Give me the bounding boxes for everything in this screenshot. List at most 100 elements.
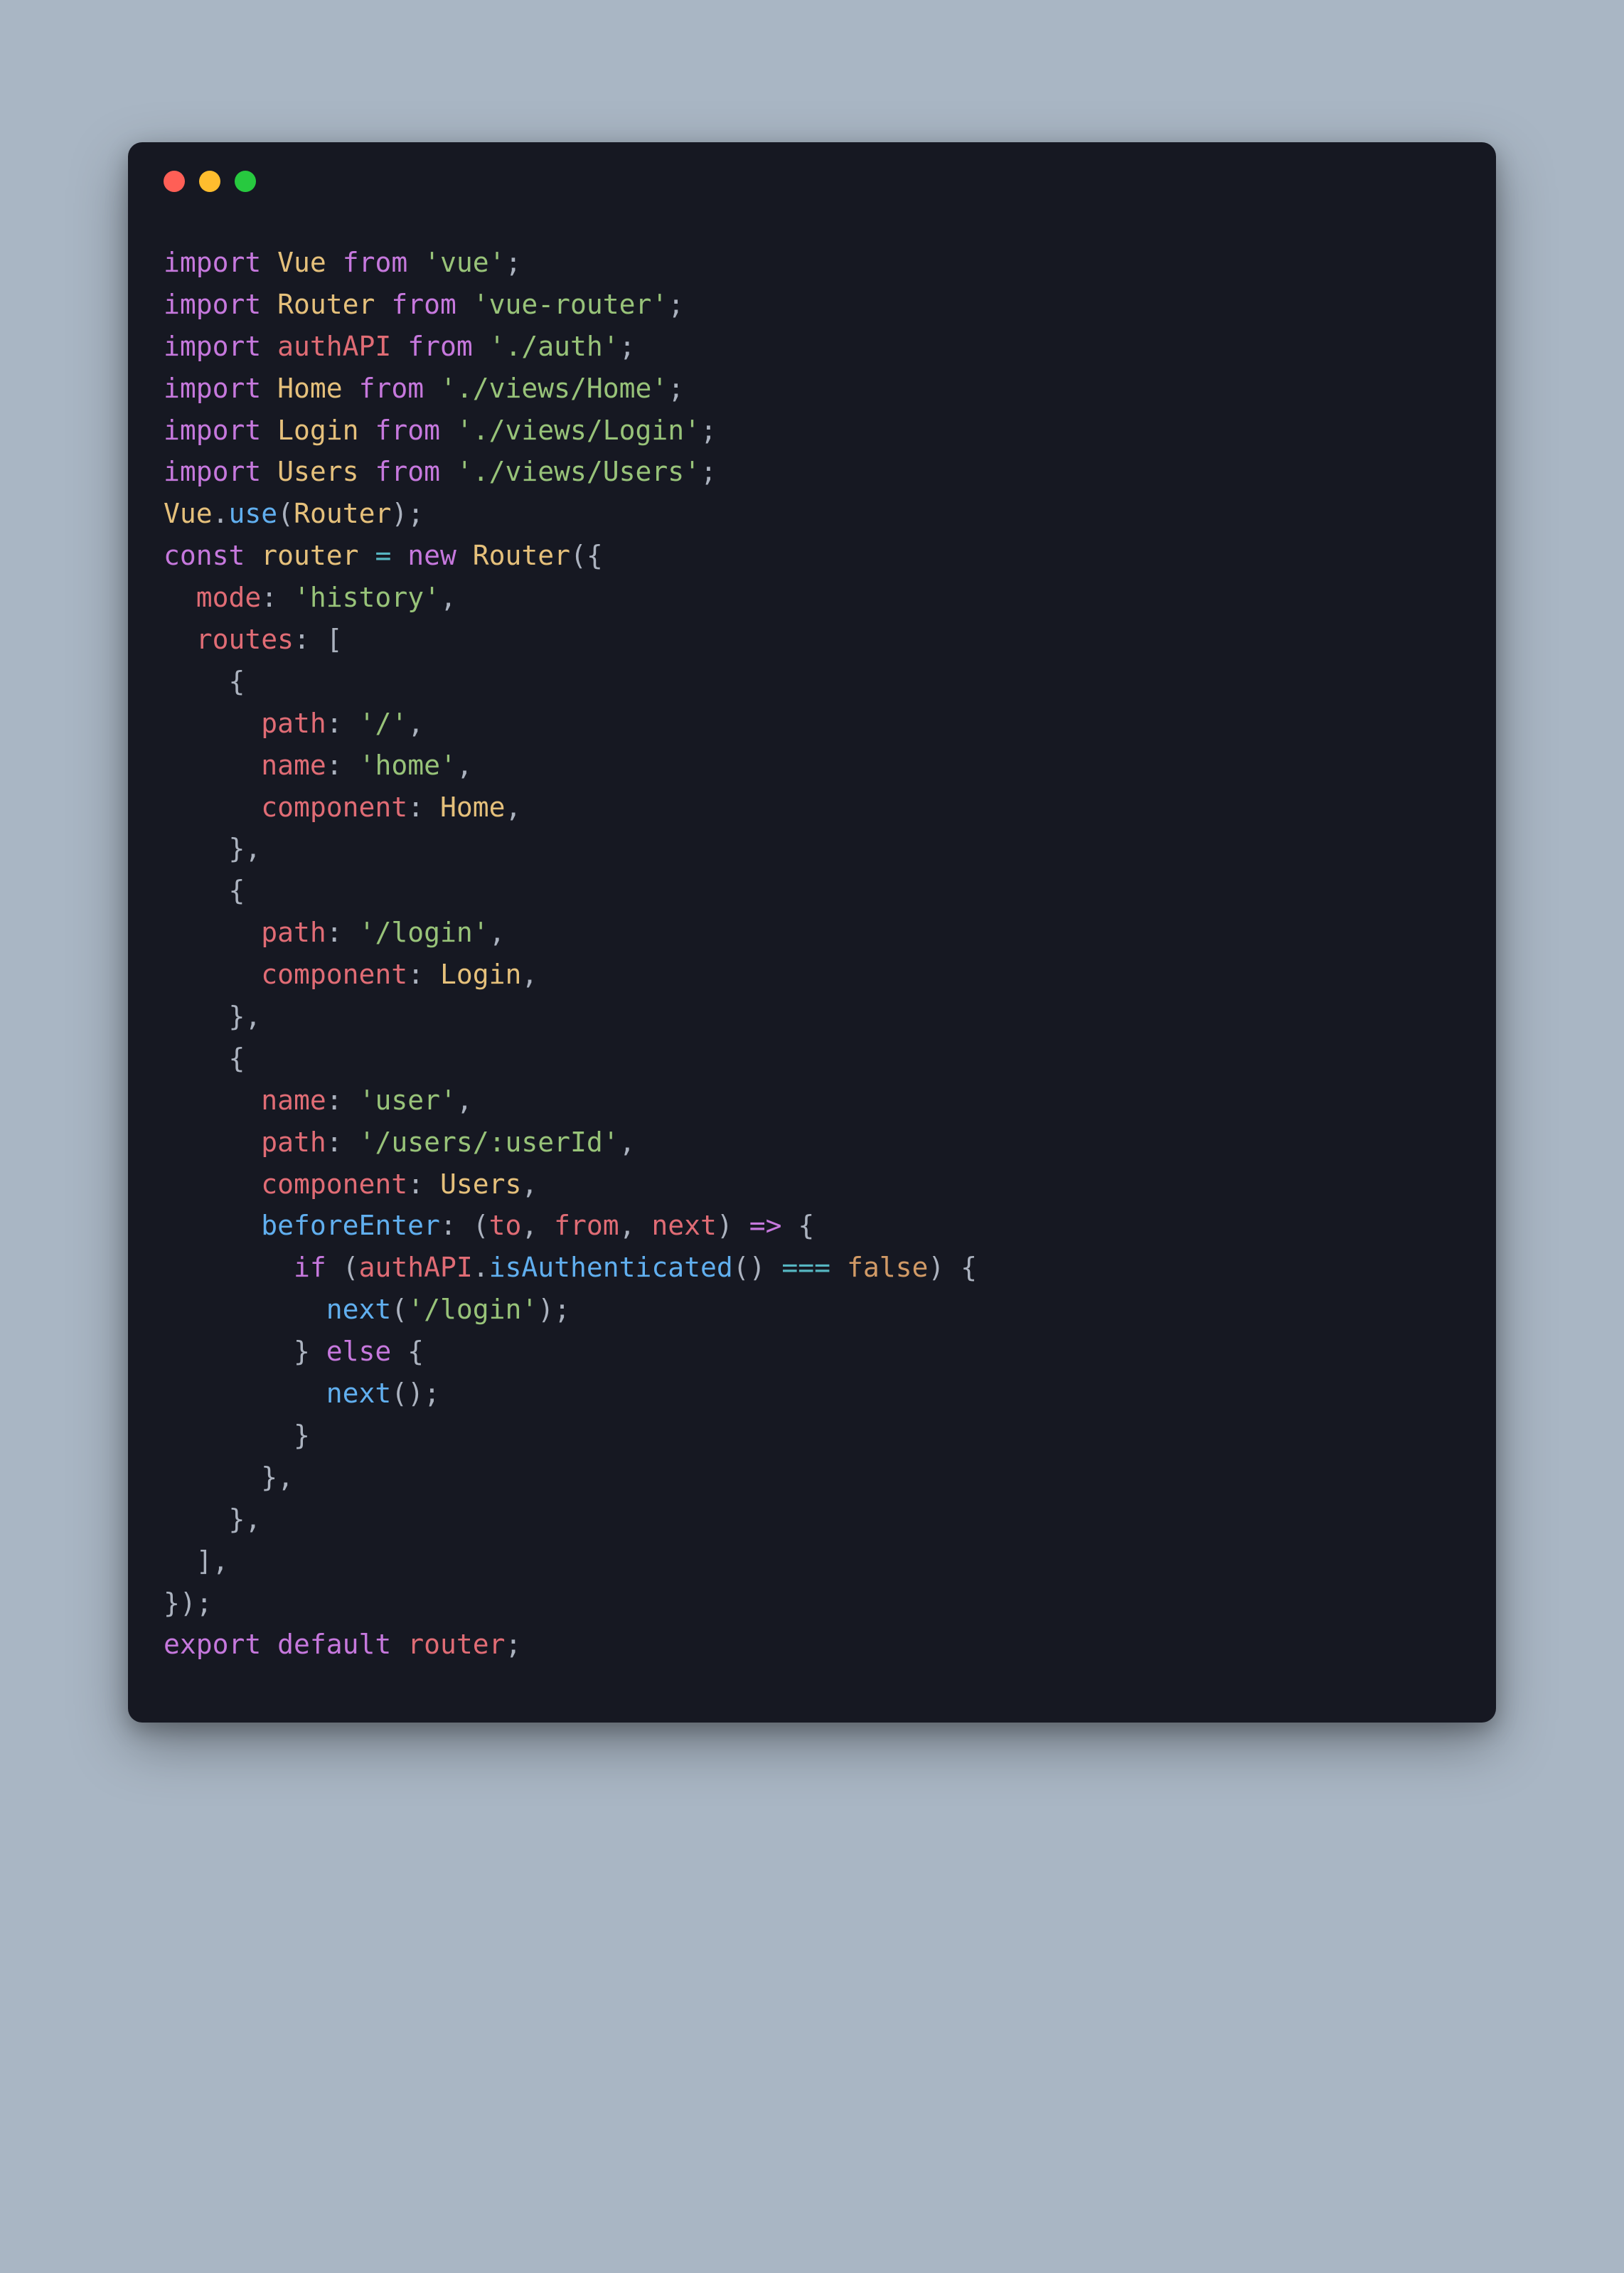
token-punct — [164, 708, 261, 739]
token-punct — [164, 1085, 261, 1116]
token-punct — [164, 1294, 326, 1325]
token-punct: , — [456, 1085, 473, 1116]
token-class: Home — [277, 373, 343, 404]
token-operator: = — [375, 540, 391, 571]
token-punct: ; — [668, 373, 684, 404]
token-punct: () — [733, 1252, 782, 1283]
token-punct: { — [164, 1043, 245, 1074]
token-punct: : ( — [440, 1210, 489, 1241]
code-line: path: '/login', — [164, 912, 1460, 954]
code-line: ], — [164, 1540, 1460, 1582]
token-punct: }, — [164, 1462, 294, 1493]
token-keyword: import — [164, 373, 277, 404]
token-punct: , — [505, 792, 521, 823]
token-property: to — [489, 1210, 522, 1241]
code-line: next('/login'); — [164, 1289, 1460, 1331]
token-string: '/login' — [407, 1294, 538, 1325]
token-punct: , — [619, 1127, 636, 1158]
token-property: path — [261, 917, 326, 948]
token-class: Vue — [164, 498, 213, 529]
titlebar — [128, 142, 1496, 206]
code-line: if (authAPI.isAuthenticated() === false)… — [164, 1247, 1460, 1289]
code-content[interactable]: import Vue from 'vue';import Router from… — [128, 206, 1496, 1723]
code-line: path: '/users/:userId', — [164, 1122, 1460, 1164]
token-class: Router — [294, 498, 391, 529]
token-string: '/login' — [359, 917, 489, 948]
token-punct: ; — [505, 247, 521, 278]
token-punct — [391, 331, 407, 362]
code-line: name: 'user', — [164, 1080, 1460, 1122]
maximize-icon[interactable] — [235, 171, 256, 192]
token-punct: , — [521, 1169, 538, 1200]
token-keyword: export — [164, 1629, 277, 1660]
token-property: name — [261, 750, 326, 781]
token-punct: : — [326, 917, 359, 948]
token-punct — [164, 1210, 261, 1241]
token-punct — [424, 373, 440, 404]
token-keyword: from — [375, 415, 440, 446]
token-punct: ); — [391, 498, 424, 529]
token-punct: : — [326, 708, 359, 739]
token-string: './views/Users' — [456, 456, 700, 487]
token-class: Vue — [277, 247, 326, 278]
token-property: authAPI — [277, 331, 391, 362]
code-line: import Login from './views/Login'; — [164, 410, 1460, 452]
token-property: component — [261, 792, 407, 823]
close-icon[interactable] — [164, 171, 185, 192]
token-punct: : — [326, 750, 359, 781]
token-keyword: from — [391, 289, 456, 320]
token-operator: === — [781, 1252, 830, 1283]
token-punct: , — [489, 917, 506, 948]
token-property: component — [261, 959, 407, 990]
token-punct: ) — [717, 1210, 749, 1241]
token-punct — [164, 959, 261, 990]
code-line: path: '/', — [164, 703, 1460, 745]
token-string: '/users/:userId' — [359, 1127, 619, 1158]
token-keyword: from — [375, 456, 440, 487]
token-punct: { — [407, 1336, 424, 1367]
token-punct: ({ — [570, 540, 603, 571]
minimize-icon[interactable] — [199, 171, 220, 192]
token-keyword: import — [164, 247, 277, 278]
token-punct — [164, 750, 261, 781]
token-punct — [473, 331, 489, 362]
code-line: const router = new Router({ — [164, 535, 1460, 577]
code-line: }, — [164, 828, 1460, 870]
token-punct — [391, 540, 407, 571]
token-punct: { — [164, 666, 245, 697]
token-string: '/' — [359, 708, 408, 739]
token-variable: router — [261, 540, 358, 571]
token-punct: : — [326, 1085, 359, 1116]
token-punct: } — [164, 1420, 310, 1451]
code-line: next(); — [164, 1373, 1460, 1415]
token-punct: }, — [164, 1001, 261, 1032]
token-punct: ; — [700, 415, 717, 446]
token-punct — [456, 289, 473, 320]
token-punct: }, — [164, 833, 261, 864]
token-punct: ; — [700, 456, 717, 487]
token-string: 'user' — [359, 1085, 456, 1116]
token-class: Router — [473, 540, 570, 571]
token-punct — [359, 415, 375, 446]
code-line: import Home from './views/Home'; — [164, 368, 1460, 410]
token-property: routes — [196, 624, 294, 655]
code-line: } — [164, 1415, 1460, 1457]
code-line: beforeEnter: (to, from, next) => { — [164, 1205, 1460, 1247]
code-line: }, — [164, 996, 1460, 1038]
token-string: 'history' — [294, 582, 440, 613]
token-punct: ; — [619, 331, 636, 362]
token-punct: : — [407, 959, 440, 990]
token-keyword: from — [407, 331, 473, 362]
token-punct: : — [407, 1169, 440, 1200]
token-class: Users — [440, 1169, 521, 1200]
token-punct: : — [326, 1127, 359, 1158]
token-punct: . — [473, 1252, 489, 1283]
token-property: next — [651, 1210, 717, 1241]
token-punct — [164, 582, 196, 613]
token-punct — [326, 247, 343, 278]
token-punct — [164, 1127, 261, 1158]
token-property: from — [554, 1210, 619, 1241]
token-keyword: if — [294, 1252, 343, 1283]
token-punct: : [ — [294, 624, 343, 655]
token-string: './auth' — [489, 331, 619, 362]
